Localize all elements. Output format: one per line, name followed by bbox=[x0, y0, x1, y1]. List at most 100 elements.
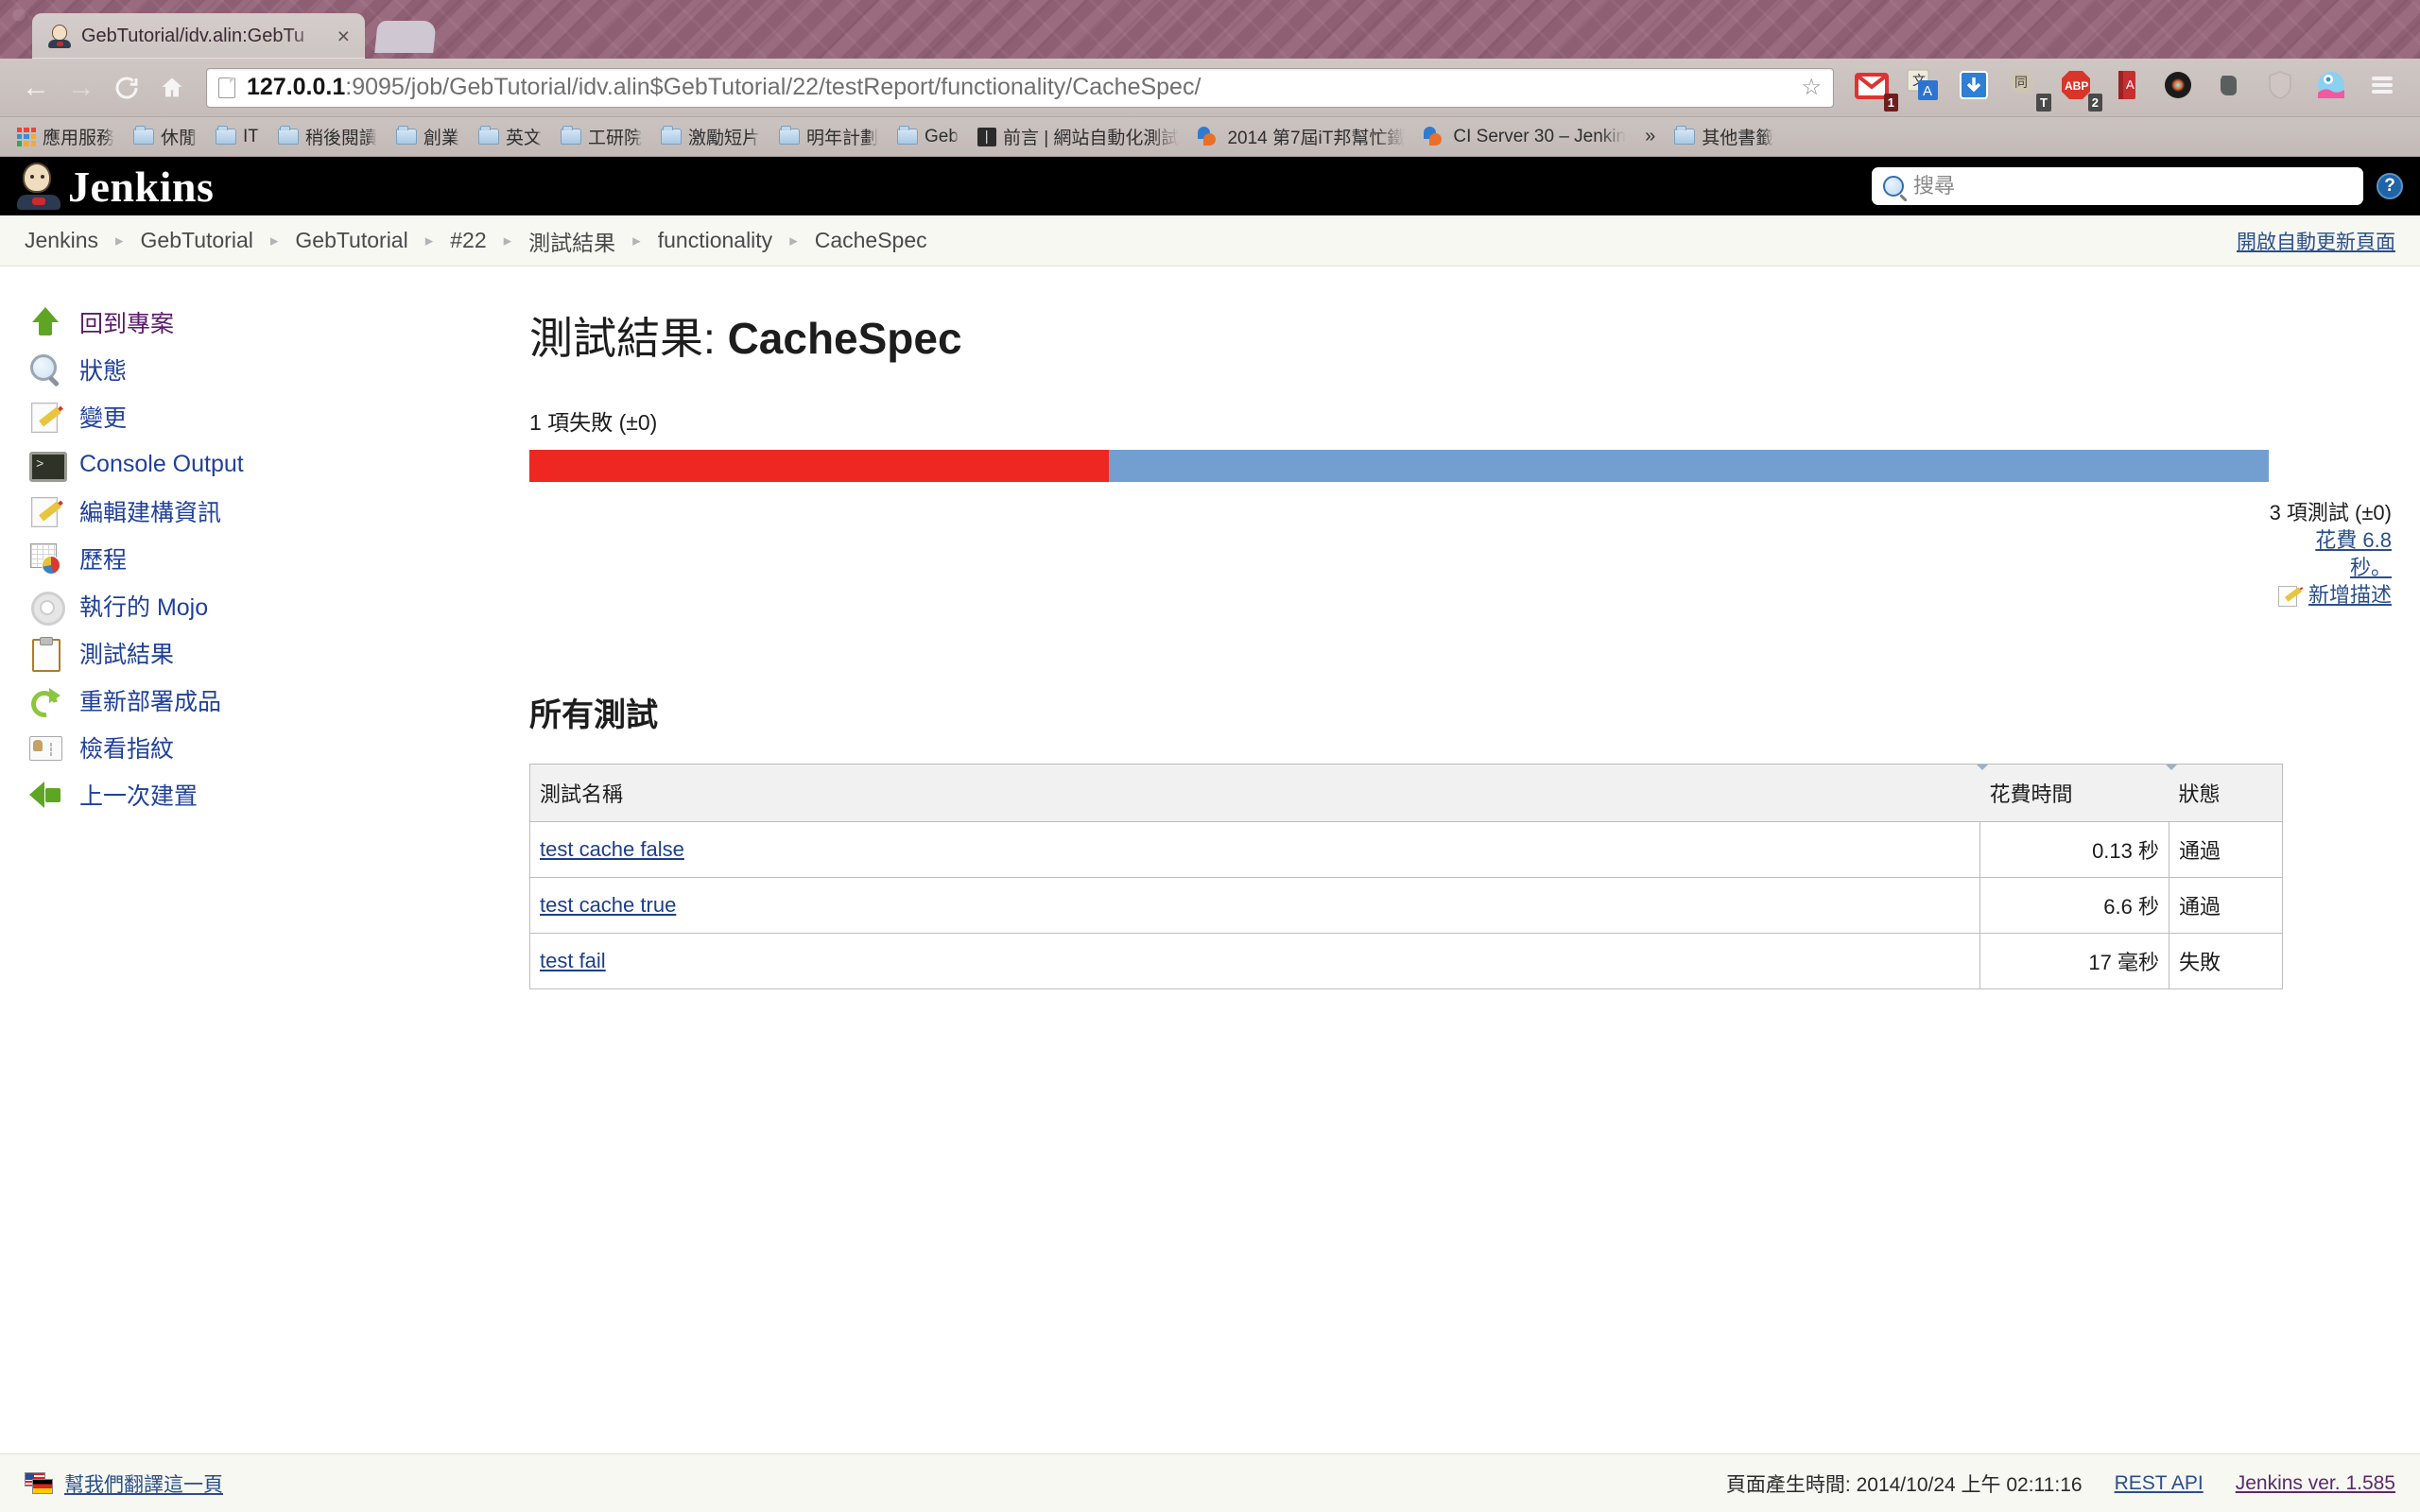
breadcrumb-item-functionality[interactable]: functionality bbox=[658, 228, 772, 253]
book-icon bbox=[977, 127, 996, 146]
test-stats: 3 項測試 (±0) 花費 6.8 秒。 新增描述 bbox=[2269, 499, 2401, 609]
sidebar-item-previous-build[interactable]: 上一次建置 bbox=[28, 771, 529, 818]
sidebar-item-edit-build-info[interactable]: 編輯建構資訊 bbox=[28, 488, 529, 535]
bookmark-label: 2014 第7屆iT邦幫忙鐵 bbox=[1227, 129, 1406, 148]
flags-icon bbox=[25, 1471, 55, 1495]
jenkins-version-link[interactable]: Jenkins ver. 1.585 bbox=[2236, 1472, 2395, 1495]
folder-icon bbox=[1674, 126, 1696, 145]
browser-tab[interactable]: GebTutorial/idv.alin:GebTu × bbox=[32, 13, 365, 59]
page-generated-time: 頁面產生時間: 2014/10/24 上午 02:11:16 bbox=[1725, 1473, 2083, 1496]
sidebar-item-label: 狀態 bbox=[79, 358, 128, 385]
main-content: 測試結果: CacheSpec 1 項失敗 (±0) 3 項測試 (±0) 花費… bbox=[529, 266, 2420, 1453]
bookmark-item[interactable]: 明年計劃 bbox=[771, 121, 886, 152]
bookmark-item[interactable]: 英文 bbox=[471, 121, 549, 152]
sidebar-item-test-results[interactable]: 測試結果 bbox=[28, 629, 529, 677]
column-header-status-label: 狀態 bbox=[2178, 782, 2221, 807]
sidebar-item-executed-mojo[interactable]: 執行的 Mojo bbox=[28, 582, 529, 629]
jenkins-logo[interactable]: Jenkins bbox=[17, 162, 214, 212]
column-header-status[interactable]: 狀態 bbox=[2165, 764, 2283, 823]
address-bar[interactable]: 127.0.0.1:9095/job/GebTutorial/idv.alin$… bbox=[206, 67, 1834, 108]
menu-icon[interactable] bbox=[2363, 66, 2407, 110]
duration-link[interactable]: 花費 6.8 秒。 bbox=[2315, 528, 2392, 579]
breadcrumb-item-test-results[interactable]: 測試結果 bbox=[528, 225, 615, 257]
test-link[interactable]: test cache false bbox=[540, 837, 684, 861]
breadcrumb-item-jenkins[interactable]: Jenkins bbox=[25, 228, 98, 253]
home-icon[interactable] bbox=[149, 65, 195, 111]
dictionary-icon[interactable]: A bbox=[2108, 66, 2152, 110]
test-result-progress-bar bbox=[529, 450, 2270, 482]
camera-icon[interactable] bbox=[2159, 66, 2203, 110]
svg-text:A: A bbox=[1923, 83, 1932, 99]
forward-icon[interactable]: → bbox=[59, 65, 104, 111]
bookmark-item[interactable]: 激勵短片 bbox=[653, 121, 768, 152]
other-bookmarks-folder[interactable]: 其他書籤 bbox=[1667, 121, 1781, 152]
download-icon[interactable] bbox=[1955, 66, 1998, 110]
bookmark-item[interactable]: 休閒 bbox=[126, 121, 204, 152]
bookmark-star-icon[interactable]: ☆ bbox=[1801, 74, 1822, 101]
auto-refresh-link[interactable]: 開啟自動更新頁面 bbox=[2237, 227, 2395, 255]
sidebar-item-changes[interactable]: 變更 bbox=[28, 393, 529, 440]
sidebar-item-status[interactable]: 狀態 bbox=[28, 346, 529, 393]
bookmark-item[interactable]: 稍後閱讀 bbox=[270, 121, 385, 152]
jenkins-mascot-icon bbox=[17, 163, 60, 210]
maps-icon[interactable] bbox=[2312, 66, 2356, 110]
bookmark-label: 休閒 bbox=[161, 129, 198, 148]
url-path: :9095/job/GebTutorial/idv.alin$GebTutori… bbox=[345, 74, 1201, 100]
sidebar-item-back-to-project[interactable]: 回到專案 bbox=[28, 299, 529, 346]
table-row: test cache false 0.13 秒 通過 bbox=[529, 821, 2283, 879]
jenkins-wordmark: Jenkins bbox=[68, 162, 215, 211]
translate-icon[interactable]: 文A bbox=[1904, 66, 1947, 110]
column-header-test-name[interactable]: 測試名稱 bbox=[529, 764, 1980, 823]
test-result-bar-row: 3 項測試 (±0) 花費 6.8 秒。 新增描述 bbox=[529, 450, 2401, 609]
bookmark-item[interactable]: Geb bbox=[890, 124, 966, 150]
bookmark-item[interactable]: CI Server 30 – Jenkin bbox=[1416, 124, 1634, 150]
breadcrumb-item-gebtutorial-folder[interactable]: GebTutorial bbox=[141, 228, 253, 253]
bookmark-label: 稍後閱讀 bbox=[304, 129, 377, 148]
new-tab-button[interactable] bbox=[374, 21, 437, 53]
add-description-row[interactable]: 新增描述 bbox=[2269, 581, 2392, 609]
bookmark-item[interactable]: 2014 第7屆iT邦幫忙鐵 bbox=[1190, 121, 1412, 152]
search-input[interactable] bbox=[1911, 173, 2352, 199]
test-link[interactable]: test cache true bbox=[540, 893, 676, 917]
add-description-link[interactable]: 新增描述 bbox=[2308, 581, 2392, 609]
rest-api-link[interactable]: REST API bbox=[2115, 1472, 2204, 1495]
test-link[interactable]: test fail bbox=[540, 949, 606, 972]
reload-icon[interactable] bbox=[104, 65, 149, 111]
history-chart-icon bbox=[28, 541, 62, 576]
sidebar-item-history[interactable]: 歷程 bbox=[28, 535, 529, 582]
svg-text:同: 同 bbox=[2014, 75, 2028, 90]
folder-icon bbox=[395, 126, 417, 145]
tests-table: 測試名稱 花費時間 狀態 test cache false 0.13 秒 通過 … bbox=[529, 764, 2283, 990]
folder-icon bbox=[277, 126, 299, 145]
adblock-plus-icon[interactable]: ABP 2 bbox=[2057, 66, 2102, 112]
help-icon[interactable]: ? bbox=[2377, 173, 2403, 199]
column-header-duration[interactable]: 花費時間 bbox=[1976, 764, 2169, 823]
close-tab-icon[interactable]: × bbox=[332, 25, 355, 47]
browser-window: GebTutorial/idv.alin:GebTu × ← → 127.0.0… bbox=[0, 0, 2420, 1512]
translate-page-link[interactable]: 幫我們翻譯這一頁 bbox=[25, 1469, 223, 1498]
gmail-icon[interactable]: 1 bbox=[1853, 66, 1898, 112]
page-body: 回到專案 狀態 變更 Console Output 編輯建構資訊 bbox=[0, 266, 2420, 1453]
tongwen-icon[interactable]: 同 T bbox=[2006, 66, 2051, 112]
evernote-icon[interactable] bbox=[2210, 66, 2254, 110]
tongwen-badge: T bbox=[2036, 93, 2051, 112]
bookmark-item[interactable]: 應用服務 bbox=[9, 121, 122, 152]
bookmark-item[interactable]: 創業 bbox=[389, 121, 467, 152]
bookmarks-overflow-button[interactable]: » bbox=[1637, 126, 1663, 147]
shield-icon[interactable] bbox=[2261, 66, 2305, 110]
edit-icon bbox=[2277, 585, 2303, 607]
bookmark-item[interactable]: 前言 | 網站自動化測試 bbox=[970, 121, 1187, 152]
breadcrumb: Jenkins ▸ GebTutorial ▸ GebTutorial ▸ #2… bbox=[0, 215, 2420, 266]
redeploy-icon bbox=[28, 683, 62, 717]
sidebar-item-redeploy-artifacts[interactable]: 重新部署成品 bbox=[28, 677, 529, 724]
bookmark-item[interactable]: 工研院 bbox=[553, 121, 649, 152]
breadcrumb-item-gebtutorial-job[interactable]: GebTutorial bbox=[295, 228, 407, 253]
sidebar-item-fingerprints[interactable]: 檢看指紋 bbox=[28, 724, 529, 771]
sidebar-item-console-output[interactable]: Console Output bbox=[28, 440, 529, 488]
breadcrumb-item-cachespec[interactable]: CacheSpec bbox=[815, 228, 927, 253]
search-box[interactable] bbox=[1872, 167, 2363, 205]
breadcrumb-separator: ▸ bbox=[114, 231, 124, 249]
breadcrumb-item-build-number[interactable]: #22 bbox=[450, 228, 486, 253]
bookmark-item[interactable]: IT bbox=[208, 124, 267, 150]
back-icon[interactable]: ← bbox=[13, 65, 59, 111]
